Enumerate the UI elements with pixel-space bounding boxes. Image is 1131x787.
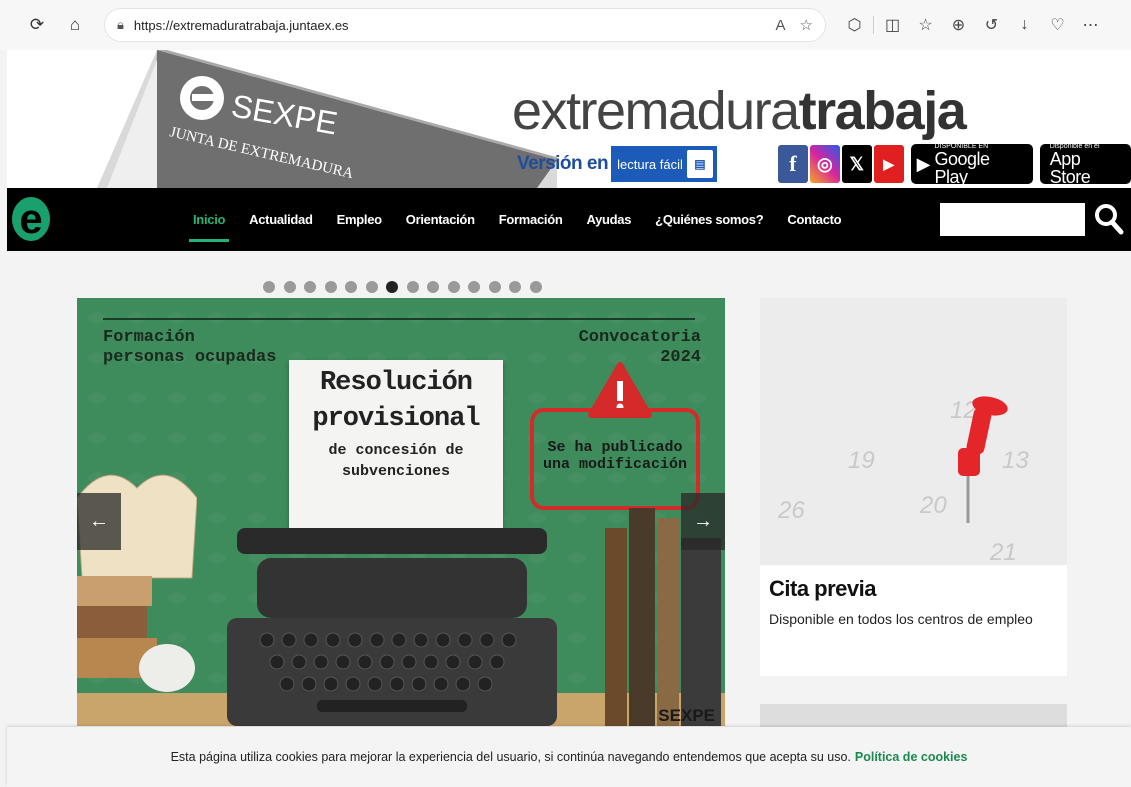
slide-left-line1: Formación xyxy=(103,328,195,347)
carousel-dot[interactable] xyxy=(304,281,316,293)
logo-light-text[interactable]: extremadura xyxy=(512,81,800,141)
more-menu-icon[interactable]: ⋯ xyxy=(1074,10,1107,40)
app-store-button[interactable]: Disponible en el App Store xyxy=(1039,143,1131,187)
social-links: f ◎ 𝕏 ▶ ▶ DISPONIBLE EN Google Play Dispo… xyxy=(778,143,1131,187)
carousel-dot[interactable] xyxy=(263,281,275,293)
carousel-dot[interactable] xyxy=(283,281,296,293)
nav-item-contacto[interactable]: Contacto xyxy=(775,188,853,251)
instagram-icon[interactable]: ◎ xyxy=(809,145,840,183)
google-play-button[interactable]: ▶ DISPONIBLE EN Google Play xyxy=(910,143,1033,187)
nav-item-empleo[interactable]: Empleo xyxy=(325,188,394,251)
nav-item-orientacion[interactable]: Orientación xyxy=(394,188,487,251)
slide-sexpe-logo: SEXPE xyxy=(658,706,715,725)
cookie-policy-link[interactable]: Política de cookies xyxy=(855,750,968,764)
easy-read-badge-text[interactable]: lectura fácil xyxy=(617,157,683,172)
carousel-prev-arrow-icon[interactable]: ← xyxy=(77,493,121,550)
site-logo[interactable]: extremaduratrabaja xyxy=(512,80,967,142)
paper-line1: Resolución xyxy=(319,368,473,398)
home-icon[interactable]: ⌂ xyxy=(60,10,90,40)
carousel-next-arrow-icon[interactable]: → xyxy=(681,493,725,550)
resolution-paper: Resolución provisional de concesión de s… xyxy=(289,360,503,530)
calendar-number: 26 xyxy=(777,497,805,524)
sexpe-building-image: SEXPE JUNTA DE EXTREMADURA xyxy=(97,50,557,188)
carousel-dot[interactable] xyxy=(488,281,501,293)
card-title[interactable]: Cita previa xyxy=(769,576,877,602)
favorite-star-icon[interactable]: ☆ xyxy=(800,16,813,34)
youtube-icon[interactable]: ▶ xyxy=(873,145,904,183)
split-screen-icon[interactable]: ◫ xyxy=(876,10,909,40)
calendar-pin-image: 12 13 19 20 26 21 xyxy=(760,298,1067,565)
card-description: Disponible en todos los centros de emple… xyxy=(769,611,1033,627)
carousel-dot[interactable] xyxy=(427,281,439,293)
nav-links: Inicio Actualidad Empleo Orientación For… xyxy=(181,188,853,251)
calendar-number: 21 xyxy=(989,539,1017,565)
main-nav: e Inicio Actualidad Empleo Orientación F… xyxy=(7,188,1131,251)
google-play-label: Google Play xyxy=(934,148,990,187)
easy-read-book-icon: ▤ xyxy=(686,150,713,178)
browser-toolbar: ⟳ ⌂ 🔒︎ https://extremaduratrabaja.juntae… xyxy=(0,0,1131,50)
history-icon[interactable]: ↺ xyxy=(975,10,1008,40)
collections-icon[interactable]: ⊕ xyxy=(942,10,975,40)
nav-item-formacion[interactable]: Formación xyxy=(487,188,575,251)
x-twitter-icon[interactable]: 𝕏 xyxy=(841,145,872,183)
nav-item-inicio[interactable]: Inicio xyxy=(181,188,237,251)
warning-line1: Se ha publicado xyxy=(547,439,683,456)
toolbar-divider xyxy=(873,16,874,34)
slide-rule xyxy=(103,318,695,320)
reload-icon[interactable]: ⟳ xyxy=(22,10,52,40)
health-icon[interactable]: ♡ xyxy=(1041,10,1074,40)
carousel-dot[interactable] xyxy=(406,281,419,293)
slide-heading-left: Formación personas ocupadas xyxy=(103,328,276,367)
search-input[interactable] xyxy=(940,203,1085,236)
slide-left-line2: personas ocupadas xyxy=(103,347,277,367)
cita-previa-card[interactable]: 12 13 19 20 26 21 Cita previa Disponible… xyxy=(760,298,1067,676)
read-aloud-icon[interactable]: A xyxy=(776,17,786,34)
logo-bold-text[interactable]: trabaja xyxy=(799,81,967,141)
download-icon[interactable]: ↓ xyxy=(1008,10,1041,40)
cookie-notice: Esta página utiliza cookies para mejorar… xyxy=(7,727,1131,787)
calendar-number: 20 xyxy=(919,492,947,519)
cookie-text: Esta página utiliza cookies para mejorar… xyxy=(170,750,851,764)
typewriter-image xyxy=(227,528,557,726)
search-icon[interactable] xyxy=(1092,200,1126,238)
calendar-number: 19 xyxy=(848,447,875,474)
easy-read-link[interactable]: Versión en lectura fácil ▤ xyxy=(517,146,717,182)
easy-read-prefix[interactable]: Versión en xyxy=(517,153,609,175)
carousel-dots xyxy=(263,281,542,293)
calendar-number: 13 xyxy=(1002,447,1029,474)
facebook-icon[interactable]: f xyxy=(778,145,808,183)
carousel-dot[interactable] xyxy=(509,281,521,293)
slide-right-line1: Convocatoria xyxy=(578,328,701,347)
nav-item-quienes-somos[interactable]: ¿Quiénes somos? xyxy=(643,188,775,251)
nav-item-actualidad[interactable]: Actualidad xyxy=(237,188,324,251)
carousel-dot[interactable] xyxy=(386,281,398,293)
app-store-label: App Store xyxy=(1049,148,1091,187)
easy-read-badge[interactable]: lectura fácil ▤ xyxy=(611,146,717,182)
url-text[interactable]: https://extremaduratrabaja.juntaex.es xyxy=(134,18,762,33)
carousel-dot[interactable] xyxy=(345,281,357,293)
carousel-dot[interactable] xyxy=(324,281,337,293)
carousel-dot[interactable] xyxy=(529,281,542,293)
address-bar[interactable]: 🔒︎ https://extremaduratrabaja.juntaex.es… xyxy=(104,8,826,42)
site-header: SEXPE JUNTA DE EXTREMADURA extremaduratr… xyxy=(7,50,1131,188)
carousel-dot[interactable] xyxy=(468,281,480,293)
extensions-icon[interactable]: ⬡ xyxy=(838,10,871,40)
carousel-dot[interactable] xyxy=(365,281,378,293)
favorites-icon[interactable]: ☆ xyxy=(909,10,942,40)
paper-line2: provisional xyxy=(312,404,480,434)
paper-line3: de concesión de xyxy=(328,442,464,459)
warning-line2: una modificación xyxy=(542,455,688,473)
lock-icon[interactable]: 🔒︎ xyxy=(117,17,124,33)
nav-item-ayudas[interactable]: Ayudas xyxy=(574,188,643,251)
carousel-slide[interactable]: Formación personas ocupadas Convocatoria… xyxy=(77,298,725,726)
warning-text: Se ha publicado una modificación xyxy=(532,439,698,473)
paper-line4: subvenciones xyxy=(341,463,451,480)
nav-logo-icon[interactable]: e xyxy=(12,197,50,241)
carousel-dot[interactable] xyxy=(447,281,460,293)
google-play-icon: ▶ xyxy=(916,153,931,174)
